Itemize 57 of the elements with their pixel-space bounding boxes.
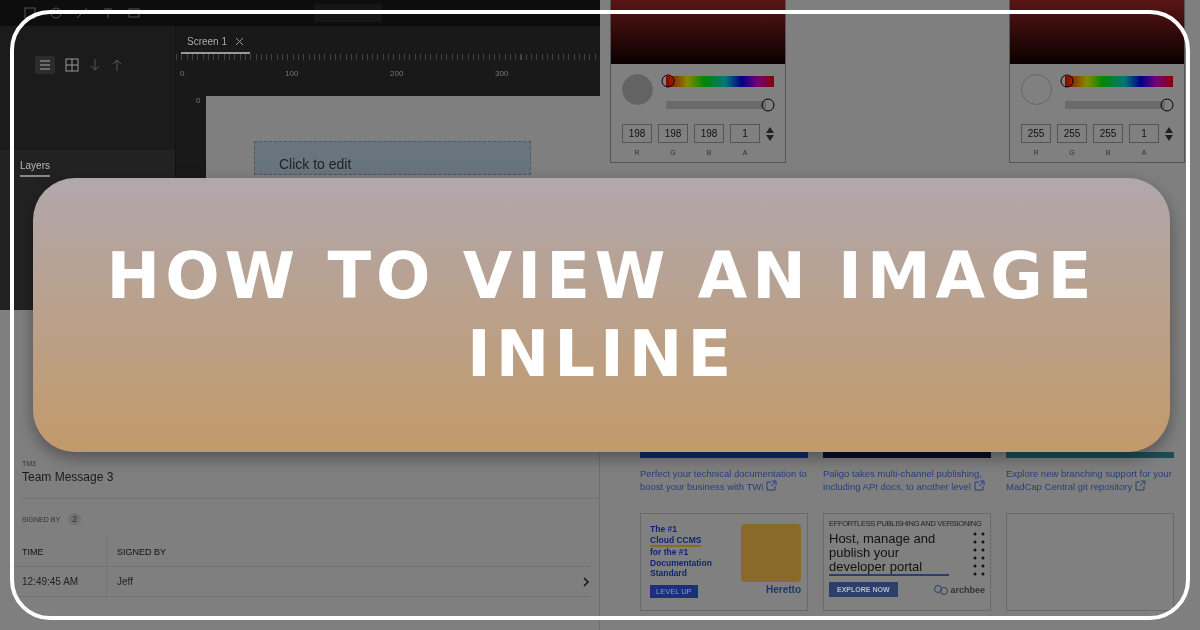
- slider-thumb[interactable]: [661, 74, 675, 88]
- channel-field[interactable]: 198: [622, 124, 652, 143]
- channel-field[interactable]: 255: [1057, 124, 1087, 143]
- table-cell-text: Jeff: [116, 576, 134, 587]
- ad-headline: Host, manage and publish your developer portal: [829, 532, 949, 576]
- canvas-text: Click to edit: [279, 156, 353, 172]
- slider-thumb[interactable]: [1160, 98, 1174, 112]
- channel-field[interactable]: 1: [730, 124, 760, 143]
- external-link-icon[interactable]: [1134, 480, 1146, 491]
- channel-field[interactable]: 198: [694, 124, 724, 143]
- brand-logo: Heretto: [766, 584, 801, 595]
- slider-thumb[interactable]: [761, 98, 775, 112]
- ruler-label: 0: [180, 69, 186, 78]
- ruler-label: 200: [390, 69, 405, 78]
- ad-headline: The #1 Cloud CCMS for the #1 Documentation Standard: [650, 524, 712, 579]
- text-box[interactable]: Click to edit: [254, 141, 531, 175]
- chevron-right-icon[interactable]: [583, 576, 589, 587]
- stepper-icon[interactable]: [1165, 127, 1173, 141]
- caption-link[interactable]: Perfect your technical documentation to boost your business with TWi: [640, 467, 808, 493]
- saturation-gradient[interactable]: [1010, 0, 1184, 64]
- channel-field[interactable]: 198: [658, 124, 688, 143]
- field-value: Team Message 3: [22, 470, 115, 484]
- external-link-icon[interactable]: [766, 480, 777, 491]
- color-swatch: [622, 74, 653, 105]
- column-header: SIGNED BY: [116, 546, 167, 557]
- link-icon[interactable]: [934, 583, 949, 596]
- ruler-label: 0: [196, 96, 202, 105]
- brand-logo: archbee: [950, 584, 985, 595]
- table-cell: 12:49:45 AM: [12, 567, 107, 596]
- down-arrow-icon[interactable]: [89, 58, 101, 72]
- stepper-icon[interactable]: [766, 127, 774, 141]
- ruler-label: 300: [495, 69, 510, 78]
- panel-tab[interactable]: Layers: [20, 160, 50, 177]
- table-row[interactable]: 12:49:45 AM Jeff: [12, 567, 591, 597]
- count-badge: 2: [68, 513, 82, 525]
- banner-title: INLINE: [466, 319, 737, 390]
- caption-link[interactable]: Explore new branching support for your MadCap Central git repository: [1006, 467, 1174, 493]
- column-header: TIME: [12, 537, 107, 566]
- hue-slider[interactable]: [1060, 74, 1175, 88]
- grid-view-icon[interactable]: [65, 58, 79, 72]
- channel-field[interactable]: 1: [1129, 124, 1159, 143]
- hue-slider[interactable]: [661, 74, 776, 88]
- external-link-icon[interactable]: [973, 480, 985, 491]
- list-view-icon[interactable]: [35, 56, 55, 74]
- screen-tab[interactable]: Screen 1: [181, 32, 251, 54]
- color-swatch: [1021, 74, 1052, 105]
- caption-link[interactable]: Paligo takes multi-channel publishing, including API docs, to another level: [823, 467, 991, 493]
- up-arrow-icon[interactable]: [111, 58, 123, 72]
- close-icon[interactable]: [235, 36, 245, 46]
- dot-pattern-icon[interactable]: [973, 532, 985, 576]
- slider-thumb[interactable]: [1060, 74, 1074, 88]
- banner-title: HOW TO VIEW AN IMAGE: [106, 240, 1097, 311]
- photo-placeholder: [741, 524, 801, 582]
- saturation-gradient[interactable]: [611, 0, 785, 64]
- ruler-label: 100: [285, 69, 300, 78]
- channel-field[interactable]: 255: [1093, 124, 1123, 143]
- channel-field[interactable]: 255: [1021, 124, 1051, 143]
